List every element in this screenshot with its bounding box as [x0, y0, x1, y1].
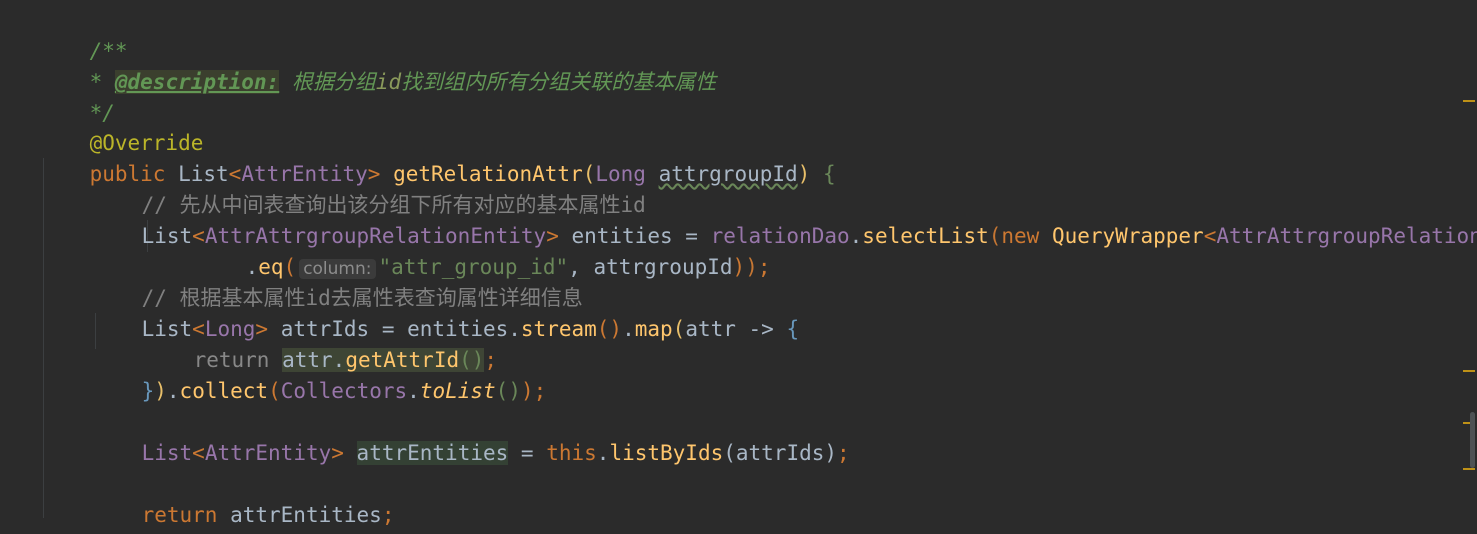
paren-open: ( — [268, 379, 281, 403]
lambda-brace-open: { — [786, 317, 800, 341]
dot: . — [596, 441, 610, 465]
method-collect: collect — [179, 379, 269, 403]
doc-text: 根据分组 — [279, 70, 376, 94]
parens: () — [596, 317, 623, 341]
method-list-by-ids: listByIds — [609, 441, 724, 465]
dot: . — [166, 379, 180, 403]
method-to-list: toList — [419, 379, 496, 403]
doc-text-id: id — [375, 70, 402, 94]
code-line-6[interactable]: // 先从中间表查询出该分组下所有对应的基本属性id — [91, 159, 646, 217]
var-attr-entities: attrEntities — [230, 503, 382, 527]
paren-close: ) — [732, 255, 746, 279]
semicolon: ; — [381, 503, 395, 527]
dot: . — [622, 317, 635, 341]
keyword-new: new — [1001, 224, 1052, 248]
type-list: List — [141, 441, 193, 465]
code-line-12[interactable]: }).collect(Collectors.toList()); — [91, 345, 547, 403]
code-line-16[interactable]: return attrEntities; — [91, 469, 395, 527]
keyword-return: return — [141, 503, 231, 527]
method-stream: stream — [520, 317, 597, 341]
type-query-wrapper: QueryWrapper — [1051, 224, 1204, 248]
paren-close: ) — [745, 255, 758, 279]
args-attr-ids: (attrIds) — [723, 441, 838, 465]
paren-open: ( — [672, 317, 686, 341]
code-line-8[interactable]: .eq(column: "attr_group_id", attrgroupId)… — [195, 221, 771, 279]
code-line-17[interactable]: } — [39, 500, 102, 531]
dot: . — [407, 379, 420, 403]
dot: . — [849, 224, 863, 248]
code-line-9[interactable]: // 根据基本属性id去属性表查询属性详细信息 — [91, 252, 583, 310]
lambda-attr: attr -> — [685, 317, 787, 341]
code-line-5[interactable]: public List<AttrEntity> getRelationAttr(… — [39, 128, 836, 186]
var-attr-entities: attrEntities — [356, 441, 509, 465]
code-line-14[interactable]: List<AttrEntity> attrEntities = this.lis… — [91, 407, 850, 465]
code-editor[interactable]: /** * @description: 根据分组id找到组内所有分组关联的基本属… — [0, 0, 1477, 534]
doc-tag-description: @description: — [114, 70, 280, 94]
paren-close: ) — [520, 379, 534, 403]
param-attrgroup-id: attrgroupId — [658, 162, 798, 186]
generic-open: < — [192, 441, 205, 465]
code-line-4[interactable]: @Override — [39, 97, 204, 155]
method-brace-open: { — [810, 162, 836, 186]
generic-close: > — [331, 441, 357, 465]
code-line-11[interactable]: return attr.getAttrId(); — [143, 314, 497, 372]
method-select-list: selectList — [862, 224, 989, 248]
parens: () — [495, 379, 521, 403]
type-attr-entity: AttrEntity — [204, 441, 332, 465]
scrollbar-thumb[interactable] — [1470, 412, 1475, 468]
lambda-brace-close: } — [141, 379, 155, 403]
code-line-2[interactable]: * @description: 根据分组id找到组内所有分组关联的基本属性 — [39, 36, 716, 94]
paren-close: ) — [797, 162, 811, 186]
code-line-1[interactable]: /** — [39, 5, 128, 63]
assign: = — [508, 441, 547, 465]
doc-text: 找到组内所有分组关联的基本属性 — [401, 70, 717, 94]
arg-attrgroup-id: , attrgroupId — [568, 255, 733, 279]
keyword-this: this — [546, 441, 597, 465]
generic-open: < — [1203, 224, 1217, 248]
paren-open: ( — [988, 224, 1002, 248]
type-relation-entity-truncated: AttrAttrgroupRelationE — [1216, 224, 1477, 248]
warning-marker[interactable] — [1463, 468, 1475, 470]
warning-marker[interactable] — [1463, 370, 1475, 372]
type-collectors: Collectors — [280, 379, 408, 403]
method-map: map — [634, 317, 673, 341]
warning-marker[interactable] — [1463, 100, 1475, 102]
type-list: List — [141, 224, 193, 248]
semicolon: ; — [757, 255, 771, 279]
code-line-10[interactable]: List<Long> attrIds = entities.stream().m… — [91, 283, 800, 341]
semicolon: ; — [837, 441, 850, 465]
code-line-3[interactable]: */ — [39, 67, 115, 125]
semicolon: ; — [533, 379, 547, 403]
paren-close: ) — [154, 379, 167, 403]
code-line-7[interactable]: List<AttrAttrgroupRelationEntity> entiti… — [91, 190, 1477, 248]
